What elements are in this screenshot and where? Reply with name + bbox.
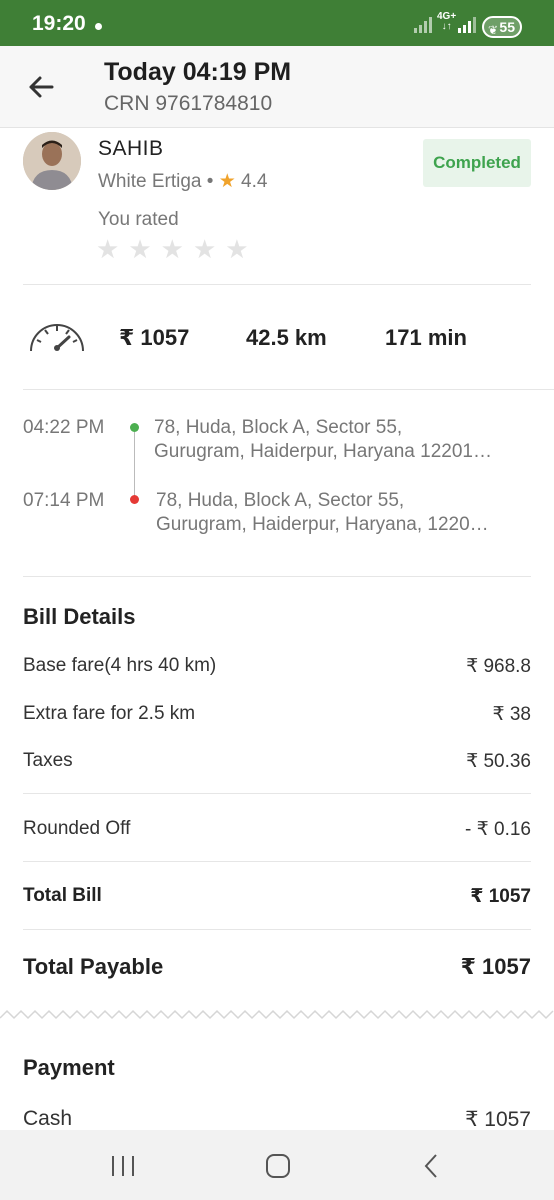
- total-payable-value: ₹ 1057: [460, 954, 531, 979]
- car-model: White Ertiga: [98, 171, 202, 192]
- separator: •: [206, 171, 214, 192]
- divider: [23, 929, 531, 930]
- bill-details-title: Bill Details: [23, 604, 136, 629]
- status-bar: 19:20 4G+ ↓↑ ❦ 55: [0, 0, 554, 46]
- pickup-address-line2: Gurugram, Haiderpur, Haryana 12201…: [154, 441, 492, 462]
- total-bill-label: Total Bill: [23, 885, 102, 906]
- system-nav-bar: [0, 1130, 554, 1200]
- notification-dot: [95, 23, 102, 30]
- bill-row-value: ₹ 38: [492, 704, 531, 725]
- total-payable-label: Total Payable: [23, 954, 164, 979]
- bill-row-label: Extra fare for 2.5 km: [23, 703, 196, 724]
- rating-star-icon[interactable]: ★: [225, 234, 257, 264]
- payment-title: Payment: [23, 1055, 115, 1080]
- trip-duration: 171 min: [385, 325, 467, 350]
- pickup-address-line1: 78, Huda, Block A, Sector 55,: [154, 417, 403, 438]
- divider: [23, 389, 554, 390]
- rounded-off-value: - ₹ 0.16: [465, 819, 531, 840]
- signal-strength-icon: [458, 17, 476, 33]
- speedometer-icon: [30, 324, 84, 352]
- route-line: [134, 432, 135, 498]
- crn-number: CRN 9761784810: [104, 92, 273, 115]
- receipt-edge: [0, 1009, 554, 1020]
- network-type: 4G+ ↓↑: [437, 11, 457, 32]
- drop-address: 78, Huda, Block A, Sector 55, Gurugram, …: [156, 489, 489, 537]
- car-info: White Ertiga • ★ 4.4: [98, 170, 267, 193]
- app-header: Today 04:19 PM CRN 9761784810: [0, 46, 554, 128]
- divider: [23, 284, 531, 285]
- star-icon: ★: [218, 171, 236, 192]
- home-icon[interactable]: [258, 1148, 298, 1184]
- drop-address-line1: 78, Huda, Block A, Sector 55,: [156, 490, 405, 511]
- driver-rating: 4.4: [241, 171, 268, 192]
- battery-level: 55: [499, 19, 515, 35]
- bill-row-label: Base fare(4 hrs 40 km): [23, 655, 217, 676]
- drop-time: 07:14 PM: [23, 490, 105, 511]
- pickup-time: 04:22 PM: [23, 417, 105, 438]
- avatar-image: [23, 132, 81, 190]
- recent-apps-icon[interactable]: [103, 1148, 143, 1184]
- back-nav-icon[interactable]: [412, 1148, 452, 1184]
- status-time: 19:20: [32, 12, 86, 35]
- arrow-left-icon[interactable]: [24, 70, 58, 104]
- driver-name: SAHIB: [98, 137, 164, 160]
- rounded-off-label: Rounded Off: [23, 818, 131, 839]
- status-badge: Completed: [423, 139, 531, 187]
- drop-dot-icon: [130, 495, 139, 504]
- total-bill-value: ₹ 1057: [470, 886, 531, 907]
- you-rated-label: You rated: [98, 209, 179, 230]
- divider: [23, 861, 531, 862]
- page-title: Today 04:19 PM: [104, 58, 292, 86]
- bill-row-value: ₹ 968.8: [466, 656, 531, 677]
- bill-row-label: Taxes: [23, 750, 73, 771]
- battery-saver-icon: ❦: [488, 23, 499, 37]
- rating-star-icon[interactable]: ★: [128, 234, 160, 264]
- payment-amount: ₹ 1057: [465, 1108, 531, 1131]
- payment-method: Cash: [23, 1107, 73, 1130]
- pickup-address: 78, Huda, Block A, Sector 55, Gurugram, …: [154, 416, 492, 464]
- trip-distance: 42.5 km: [246, 325, 327, 350]
- signal-icon: [414, 17, 432, 33]
- divider: [23, 793, 531, 794]
- driver-avatar: [23, 132, 81, 190]
- divider: [23, 576, 531, 577]
- battery-icon: ❦ 55: [482, 16, 522, 38]
- bill-row-value: ₹ 50.36: [466, 751, 531, 772]
- rating-star-icon[interactable]: ★: [161, 234, 193, 264]
- rating-star-icon[interactable]: ★: [193, 234, 225, 264]
- pickup-dot-icon: [130, 423, 139, 432]
- rating-star-icon[interactable]: ★: [96, 234, 128, 264]
- network-label: 4G+: [437, 11, 457, 22]
- rating-stars[interactable]: ★★★★★: [96, 234, 258, 265]
- drop-address-line2: Gurugram, Haiderpur, Haryana, 1220…: [156, 514, 489, 535]
- trip-fare: ₹ 1057: [119, 325, 190, 350]
